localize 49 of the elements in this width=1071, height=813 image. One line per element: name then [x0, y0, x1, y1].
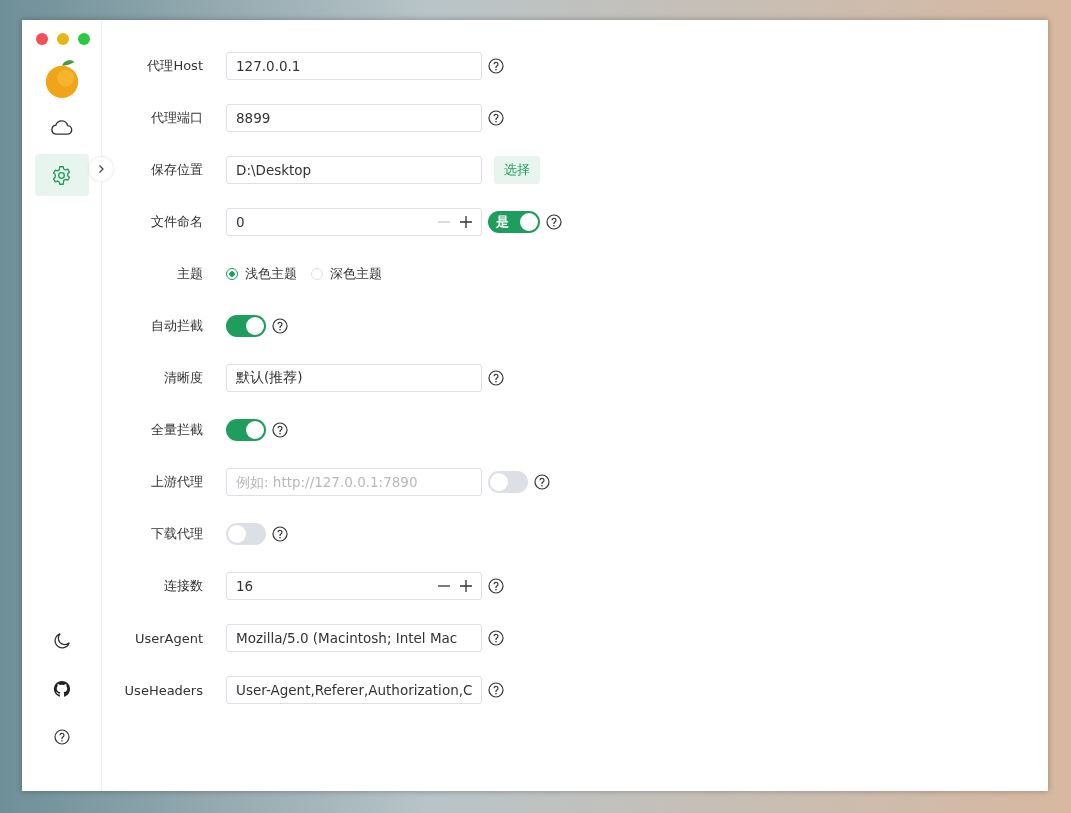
help-icon[interactable]: [53, 729, 70, 745]
help-icon[interactable]: [488, 578, 504, 594]
field-label: 代理端口: [150, 109, 203, 127]
help-icon[interactable]: [546, 214, 562, 230]
field-label: 连接数: [163, 577, 203, 595]
number-field[interactable]: 16: [226, 572, 482, 600]
theme-radio[interactable]: 深色主题: [311, 265, 382, 283]
cloud-icon: [50, 118, 73, 136]
number-field[interactable]: 0: [226, 208, 482, 236]
plus-icon[interactable]: [460, 216, 472, 228]
select-field[interactable]: 默认(推荐): [226, 364, 482, 392]
theme-radio[interactable]: 浅色主题: [226, 265, 297, 283]
input-field[interactable]: 8899: [226, 104, 482, 132]
settings-icon: [51, 164, 72, 186]
help-icon[interactable]: [534, 474, 550, 490]
chevron-right-icon: [96, 164, 106, 174]
field-label: 清晰度: [163, 369, 203, 387]
moon-icon[interactable]: [52, 632, 71, 650]
plus-icon[interactable]: [460, 580, 472, 592]
field-label: 全量拦截: [150, 421, 203, 439]
toggle-switch[interactable]: [226, 419, 266, 441]
field-label: 文件命名: [150, 213, 203, 231]
help-icon[interactable]: [488, 58, 504, 74]
help-icon[interactable]: [272, 422, 288, 438]
field-label: UseHeaders: [123, 682, 203, 698]
input-field[interactable]: Mozilla/5.0 (Macintosh; Intel Mac: [226, 624, 482, 652]
help-icon[interactable]: [488, 110, 504, 126]
field-label: 上游代理: [150, 473, 203, 491]
help-icon[interactable]: [488, 682, 504, 698]
input-field[interactable]: 例如: http://127.0.0.1:7890: [226, 468, 482, 496]
help-icon[interactable]: [272, 318, 288, 334]
input-field[interactable]: D:\Desktop: [226, 156, 482, 184]
field-label: 保存位置: [150, 161, 203, 179]
toggle-switch[interactable]: [488, 471, 528, 493]
input-field[interactable]: 127.0.0.1: [226, 52, 482, 80]
field-label: 代理Host: [146, 57, 203, 75]
cat-logo-icon[interactable]: [52, 680, 71, 698]
field-label: UserAgent: [133, 630, 203, 646]
toggle-switch[interactable]: [226, 523, 266, 545]
help-icon[interactable]: [488, 630, 504, 646]
settings-nav-item[interactable]: [34, 154, 89, 196]
field-label: 自动拦截: [150, 317, 203, 335]
field-label: 下载代理: [150, 525, 203, 543]
input-field[interactable]: User-Agent,Referer,Authorization,C: [226, 676, 482, 704]
toggle-switch[interactable]: [226, 315, 266, 337]
field-label: 主题: [176, 265, 203, 283]
close-button[interactable]: [36, 33, 48, 45]
help-icon[interactable]: [488, 370, 504, 386]
help-icon[interactable]: [272, 526, 288, 542]
